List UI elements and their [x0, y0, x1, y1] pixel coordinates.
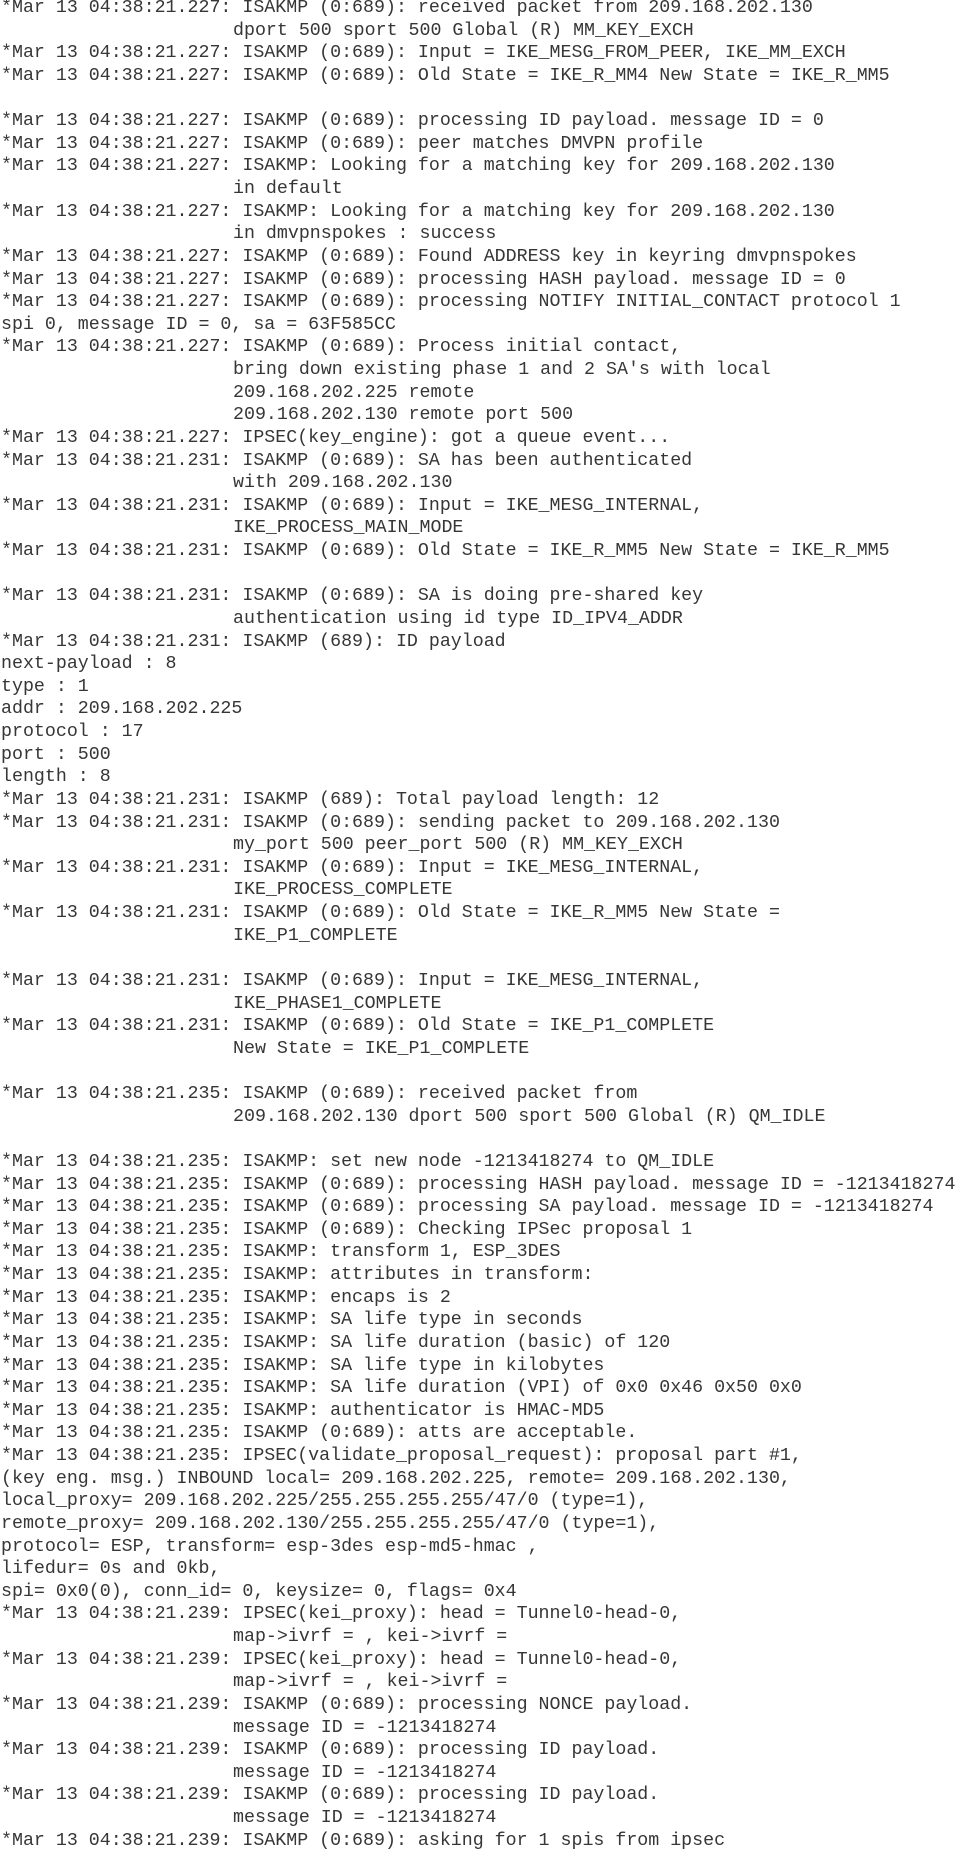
log-continuation-line: 209.168.202.225 remote — [233, 382, 475, 403]
log-line: (key eng. msg.) INBOUND local= 209.168.2… — [1, 1468, 791, 1489]
log-continuation-line: dport 500 sport 500 Global (R) MM_KEY_EX… — [233, 20, 694, 41]
log-blank-line — [1, 1128, 955, 1151]
log-line: *Mar 13 04:38:21.227: ISAKMP (0:689): pr… — [1, 292, 901, 313]
log-continuation-line: bring down existing phase 1 and 2 SA's w… — [233, 360, 771, 380]
log-line: *Mar 13 04:38:21.235: ISAKMP: transform … — [1, 1242, 561, 1263]
log-line: *Mar 13 04:38:21.231: ISAKMP (0:689): se… — [1, 812, 780, 833]
log-line: local_proxy= 209.168.202.225/255.255.255… — [1, 1491, 649, 1512]
log-line: protocol : 17 — [1, 722, 144, 742]
log-continuation-line: IKE_PROCESS_COMPLETE — [233, 880, 453, 901]
log-line: *Mar 13 04:38:21.239: ISAKMP (0:689): pr… — [1, 1740, 660, 1761]
log-line: *Mar 13 04:38:21.231: ISAKMP (0:689): In… — [1, 857, 704, 878]
log-line: *Mar 13 04:38:21.227: ISAKMP (0:689): Pr… — [1, 337, 682, 358]
log-line: *Mar 13 04:38:21.235: ISAKMP: SA life du… — [1, 1378, 802, 1399]
log-line: *Mar 13 04:38:21.235: ISAKMP (0:689): pr… — [1, 1174, 956, 1195]
log-blank-line — [1, 563, 955, 586]
log-line: lifedur= 0s and 0kb, — [1, 1559, 221, 1580]
log-line: *Mar 13 04:38:21.227: IPSEC(key_engine):… — [1, 427, 671, 448]
log-continuation-line: New State = IKE_P1_COMPLETE — [233, 1038, 530, 1059]
log-line: *Mar 13 04:38:21.239: IPSEC(kei_proxy): … — [1, 1604, 682, 1625]
log-line: *Mar 13 04:38:21.231: ISAKMP (0:689): In… — [1, 495, 704, 516]
log-blank-line — [1, 947, 955, 970]
log-continuation-line: map->ivrf = , kei->ivrf = — [233, 1627, 508, 1647]
log-line: *Mar 13 04:38:21.235: ISAKMP (0:689): pr… — [1, 1197, 934, 1218]
log-line: *Mar 13 04:38:21.239: ISAKMP (0:689): pr… — [1, 1785, 660, 1806]
log-line: *Mar 13 04:38:21.235: ISAKMP: SA life ty… — [1, 1355, 605, 1376]
log-continuation-line: message ID = -1213418274 — [233, 1762, 497, 1783]
log-line: addr : 209.168.202.225 — [1, 699, 243, 720]
log-line: protocol= ESP, transform= esp-3des esp-m… — [1, 1536, 539, 1557]
log-continuation-line: authentication using id type ID_IPV4_ADD… — [233, 608, 683, 629]
log-line: *Mar 13 04:38:21.235: IPSEC(validate_pro… — [1, 1446, 802, 1466]
log-line: *Mar 13 04:38:21.231: ISAKMP (0:689): SA… — [1, 586, 704, 607]
log-line: length : 8 — [1, 767, 111, 788]
log-line: *Mar 13 04:38:21.231: ISAKMP (689): ID p… — [1, 631, 506, 652]
log-line: remote_proxy= 209.168.202.130/255.255.25… — [1, 1513, 660, 1534]
log-continuation-line: in dmvpnspokes : success — [233, 224, 497, 245]
log-line: *Mar 13 04:38:21.235: ISAKMP: set new no… — [1, 1151, 715, 1172]
log-line: *Mar 13 04:38:21.231: ISAKMP (0:689): Ol… — [1, 541, 890, 561]
log-continuation-line: IKE_PROCESS_MAIN_MODE — [233, 518, 464, 539]
log-continuation-line: message ID = -1213418274 — [233, 1808, 497, 1828]
log-line: *Mar 13 04:38:21.239: ISAKMP (0:689): as… — [1, 1830, 726, 1851]
log-line: *Mar 13 04:38:21.227: ISAKMP: Looking fo… — [1, 201, 835, 222]
log-line: *Mar 13 04:38:21.235: ISAKMP (0:689): at… — [1, 1423, 638, 1444]
log-line: *Mar 13 04:38:21.235: ISAKMP: SA life du… — [1, 1332, 671, 1353]
log-continuation-line: with 209.168.202.130 — [233, 473, 453, 494]
log-continuation-line: 209.168.202.130 dport 500 sport 500 Glob… — [233, 1106, 826, 1127]
log-line: *Mar 13 04:38:21.231: ISAKMP (0:689): In… — [1, 970, 704, 991]
log-line: *Mar 13 04:38:21.231: ISAKMP (0:689): Ol… — [1, 903, 780, 923]
debug-log: *Mar 13 04:38:21.227: ISAKMP (0:689): re… — [1, 0, 955, 1852]
log-line: type : 1 — [1, 676, 89, 697]
log-line: *Mar 13 04:38:21.235: ISAKMP (0:689): re… — [1, 1084, 638, 1104]
log-continuation-line: message ID = -1213418274 — [233, 1717, 497, 1738]
log-line: *Mar 13 04:38:21.239: IPSEC(kei_proxy): … — [1, 1649, 682, 1670]
log-continuation-line: IKE_P1_COMPLETE — [233, 925, 398, 946]
log-line: *Mar 13 04:38:21.227: ISAKMP (0:689): pr… — [1, 269, 846, 290]
log-continuation-line: map->ivrf = , kei->ivrf = — [233, 1672, 508, 1693]
log-line: *Mar 13 04:38:21.235: ISAKMP (0:689): Ch… — [1, 1219, 693, 1240]
log-line: *Mar 13 04:38:21.239: ISAKMP (0:689): pr… — [1, 1694, 693, 1715]
log-blank-line — [1, 88, 955, 111]
log-line: port : 500 — [1, 744, 111, 765]
log-line: *Mar 13 04:38:21.235: ISAKMP: attributes… — [1, 1265, 594, 1285]
log-line: *Mar 13 04:38:21.227: ISAKMP (0:689): Ol… — [1, 65, 890, 86]
log-line: spi 0, message ID = 0, sa = 63F585CC — [1, 314, 396, 335]
log-line: spi= 0x0(0), conn_id= 0, keysize= 0, fla… — [1, 1581, 517, 1602]
log-continuation-line: my_port 500 peer_port 500 (R) MM_KEY_EXC… — [233, 835, 683, 856]
log-continuation-line: in default — [233, 179, 343, 199]
log-line: *Mar 13 04:38:21.231: ISAKMP (0:689): SA… — [1, 450, 693, 471]
log-line: *Mar 13 04:38:21.227: ISAKMP (0:689): pr… — [1, 111, 824, 132]
log-line: *Mar 13 04:38:21.235: ISAKMP: SA life ty… — [1, 1310, 583, 1331]
log-line: *Mar 13 04:38:21.235: ISAKMP: authentica… — [1, 1400, 605, 1421]
log-continuation-line: IKE_PHASE1_COMPLETE — [233, 993, 442, 1014]
log-line: *Mar 13 04:38:21.227: ISAKMP (0:689): In… — [1, 43, 846, 64]
log-line: *Mar 13 04:38:21.231: ISAKMP (0:689): Ol… — [1, 1016, 715, 1037]
log-blank-line — [1, 1060, 955, 1083]
log-line: *Mar 13 04:38:21.227: ISAKMP: Looking fo… — [1, 156, 835, 177]
log-line: *Mar 13 04:38:21.227: ISAKMP (0:689): pe… — [1, 133, 704, 154]
log-continuation-line: 209.168.202.130 remote port 500 — [233, 405, 574, 426]
log-line: *Mar 13 04:38:21.227: ISAKMP (0:689): Fo… — [1, 246, 857, 267]
log-line: *Mar 13 04:38:21.231: ISAKMP (689): Tota… — [1, 789, 660, 810]
log-line: *Mar 13 04:38:21.227: ISAKMP (0:689): re… — [1, 0, 813, 18]
log-line: next-payload : 8 — [1, 654, 177, 675]
log-line: *Mar 13 04:38:21.235: ISAKMP: encaps is … — [1, 1287, 451, 1308]
